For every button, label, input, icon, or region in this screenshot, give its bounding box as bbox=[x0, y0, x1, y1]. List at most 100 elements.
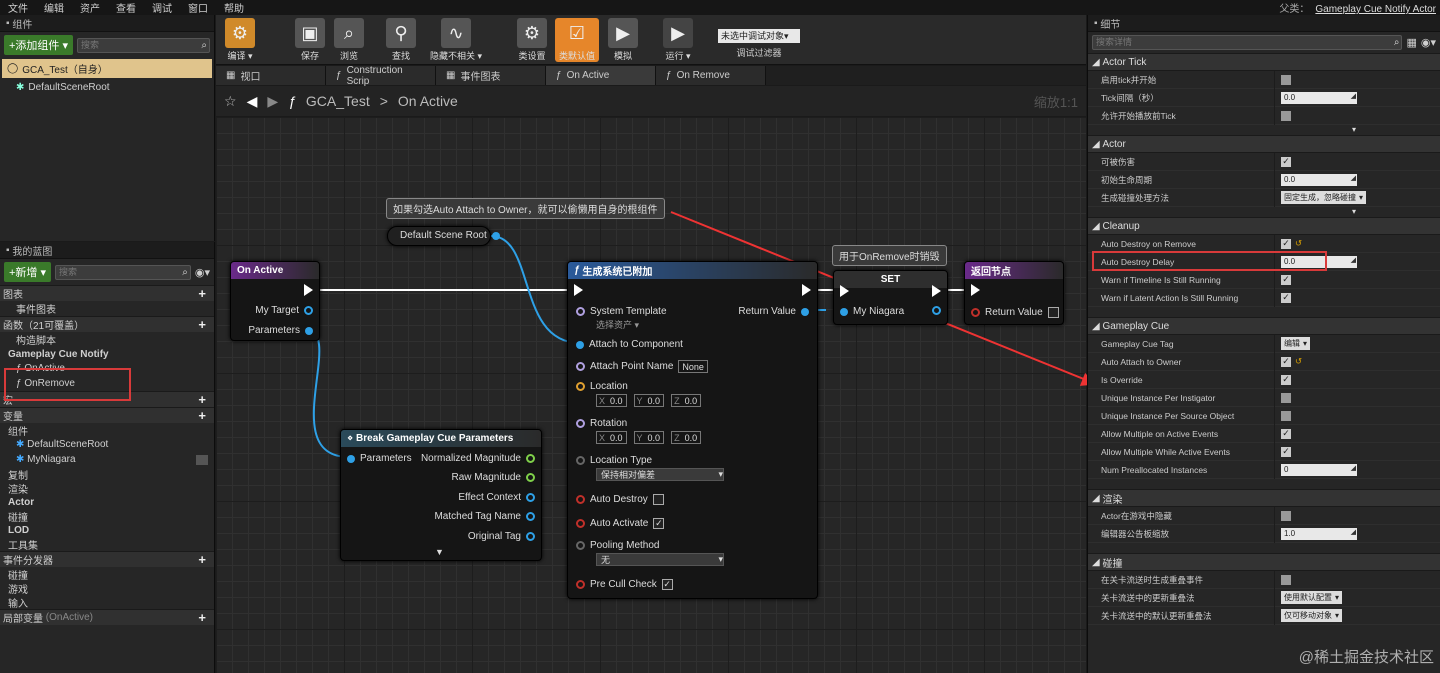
eye-closed-icon[interactable] bbox=[196, 454, 208, 465]
attach-pin[interactable] bbox=[576, 340, 584, 349]
break-ec-pin[interactable] bbox=[526, 493, 535, 502]
var-cat-replication[interactable]: 复制 bbox=[0, 467, 214, 482]
add-variable-icon[interactable]: + bbox=[198, 408, 206, 423]
components-var-category[interactable]: 组件 bbox=[0, 423, 214, 438]
menu-help[interactable]: 帮助 bbox=[216, 0, 252, 15]
back-arrow-icon[interactable]: ◀ bbox=[247, 93, 258, 110]
dropdown[interactable]: 使用默认配置 ▾ bbox=[1281, 591, 1343, 604]
dispatcher-collision[interactable]: 碰撞 bbox=[0, 567, 214, 582]
rotation-pin[interactable] bbox=[576, 419, 585, 428]
favorite-star-icon[interactable]: ☆ bbox=[224, 93, 237, 110]
checkbox[interactable] bbox=[1281, 110, 1291, 121]
spawn-exec-in[interactable] bbox=[574, 284, 583, 296]
location-type-pin[interactable] bbox=[576, 456, 585, 465]
pooling-combo[interactable]: 无 ▾ bbox=[596, 553, 724, 566]
new-button[interactable]: +新增 ▾ bbox=[4, 262, 52, 282]
menu-view[interactable]: 查看 bbox=[108, 0, 144, 15]
exec-pin[interactable] bbox=[304, 284, 313, 296]
section-gameplay-cue[interactable]: ◢ Gameplay Cue bbox=[1088, 317, 1440, 335]
pooling-pin[interactable] bbox=[576, 541, 585, 550]
location-z[interactable]: Z 0.0 bbox=[671, 394, 702, 407]
mybp-search-input[interactable]: 搜索 ⌕ bbox=[55, 264, 191, 280]
menu-debug[interactable]: 调试 bbox=[144, 0, 180, 15]
tab-on-active[interactable]: ƒ On Active bbox=[546, 66, 656, 85]
return-value-checkbox[interactable] bbox=[1047, 307, 1059, 318]
return-value-pin[interactable] bbox=[971, 308, 980, 317]
checkbox[interactable]: ✓ bbox=[1281, 156, 1291, 167]
dropdown[interactable]: 仅可移动对象 ▾ bbox=[1281, 609, 1343, 622]
gcn-category[interactable]: Gameplay Cue Notify bbox=[0, 347, 214, 361]
var-cat-tools[interactable]: 工具集 bbox=[0, 537, 214, 552]
variable-defaultsceneroot[interactable]: ✱ DefaultSceneRoot bbox=[0, 437, 214, 452]
exec-pin[interactable] bbox=[971, 284, 980, 296]
attach-point-pin[interactable] bbox=[576, 362, 585, 371]
compile-button[interactable]: ⚙ 编译 ▾ bbox=[218, 18, 262, 62]
location-pin[interactable] bbox=[576, 382, 585, 391]
crumb-function[interactable]: On Active bbox=[398, 93, 458, 109]
spawn-exec-out[interactable] bbox=[802, 284, 811, 296]
precull-checkbox[interactable]: ✓ bbox=[661, 579, 673, 590]
checkbox[interactable]: ✓ bbox=[1281, 274, 1291, 285]
node-spawn-system-attached[interactable]: ƒ 生成系统已附加 System Template 选择资产 ▾ Return … bbox=[567, 261, 818, 599]
exec-pin[interactable] bbox=[840, 285, 849, 297]
graph-canvas[interactable]: 如果勾选Auto Attach to Owner，就可以偷懒用自身的根组件 用于… bbox=[216, 117, 1099, 673]
checkbox[interactable]: ✓ bbox=[1281, 356, 1291, 367]
break-rm-pin[interactable] bbox=[526, 473, 535, 482]
checkbox[interactable]: ✓ bbox=[1281, 446, 1291, 457]
category-local-vars[interactable]: 局部变量 (OnActive) + bbox=[0, 609, 214, 625]
var-cat-rendering[interactable]: 渲染 bbox=[0, 481, 214, 496]
menu-asset[interactable]: 资产 bbox=[72, 0, 108, 15]
number-field[interactable]: 0 bbox=[1281, 463, 1357, 476]
event-graph-item[interactable]: 事件图表 bbox=[0, 301, 214, 316]
find-button[interactable]: ⚲ 查找 bbox=[379, 18, 423, 62]
menu-file[interactable]: 文件 bbox=[0, 0, 36, 15]
parent-class-link[interactable]: Gameplay Cue Notify Actor bbox=[1315, 4, 1436, 15]
dropdown[interactable]: 固定生成，忽略碰撞 ▾ bbox=[1281, 191, 1367, 204]
entry-exec-out[interactable] bbox=[304, 284, 313, 296]
checkbox[interactable]: ✓ bbox=[1281, 292, 1291, 303]
number-field[interactable]: 1.0 bbox=[1281, 527, 1357, 540]
variable-myniagara[interactable]: ✱ MyNiagara bbox=[0, 452, 214, 467]
section-actor[interactable]: ◢ Actor bbox=[1088, 135, 1440, 153]
set-in-pin[interactable] bbox=[840, 307, 848, 316]
reset-icon[interactable]: ↺ bbox=[1295, 238, 1302, 249]
node-default-scene-root[interactable]: Default Scene Root bbox=[387, 226, 500, 246]
category-dispatchers[interactable]: 事件分发器 + bbox=[0, 551, 214, 567]
eye-icon[interactable]: ◉▾ bbox=[1421, 36, 1436, 49]
checkbox[interactable] bbox=[1281, 510, 1291, 521]
expand-advanced-icon[interactable] bbox=[1088, 307, 1440, 317]
add-function-icon[interactable]: + bbox=[198, 317, 206, 332]
node-set-variable[interactable]: SET My Niagara bbox=[833, 270, 948, 325]
expand-advanced-icon[interactable] bbox=[1088, 543, 1440, 553]
class-defaults-button[interactable]: ☑ 类默认值 bbox=[555, 18, 599, 62]
dispatcher-input[interactable]: 输入 bbox=[0, 595, 214, 610]
menu-edit[interactable]: 编辑 bbox=[36, 0, 72, 15]
precull-pin[interactable] bbox=[576, 580, 585, 589]
target-pin[interactable] bbox=[304, 306, 313, 315]
component-root-item[interactable]: ✱ DefaultSceneRoot bbox=[0, 79, 214, 96]
dsr-pin[interactable] bbox=[491, 231, 500, 240]
menu-window[interactable]: 窗口 bbox=[180, 0, 216, 15]
tab-on-remove[interactable]: ƒ On Remove bbox=[656, 66, 766, 85]
expand-advanced-icon[interactable]: ▾ bbox=[1088, 207, 1440, 217]
add-component-button[interactable]: +添加组件 ▾ bbox=[4, 35, 74, 55]
expand-arrow-icon[interactable]: ▼ bbox=[435, 547, 444, 557]
checkbox[interactable]: ✓ bbox=[1281, 238, 1291, 249]
set-exec-in[interactable] bbox=[840, 285, 849, 297]
exec-pin[interactable] bbox=[932, 285, 941, 297]
forward-arrow-icon[interactable]: ▶ bbox=[267, 93, 278, 110]
category-functions[interactable]: 函数（21可覆盖） + bbox=[0, 316, 214, 332]
break-ot-pin[interactable] bbox=[526, 532, 535, 541]
add-macro-icon[interactable]: + bbox=[198, 392, 206, 407]
checkbox[interactable]: ✓ bbox=[1281, 374, 1291, 385]
return-exec-in[interactable] bbox=[971, 284, 980, 296]
class-settings-button[interactable]: ⚙ 类设置 bbox=[510, 18, 554, 62]
tab-event-graph[interactable]: ▦ 事件图表 bbox=[436, 66, 546, 85]
var-cat-lod[interactable]: LOD bbox=[0, 523, 214, 537]
location-x[interactable]: X 0.0 bbox=[596, 394, 627, 407]
add-local-var-icon[interactable]: + bbox=[198, 610, 206, 625]
number-field[interactable]: 0.0 bbox=[1281, 173, 1357, 186]
checkbox[interactable] bbox=[1281, 74, 1291, 85]
section-rendering[interactable]: ◢ 渲染 bbox=[1088, 489, 1440, 507]
run-button[interactable]: ▶ 运行 ▾ bbox=[656, 18, 700, 62]
